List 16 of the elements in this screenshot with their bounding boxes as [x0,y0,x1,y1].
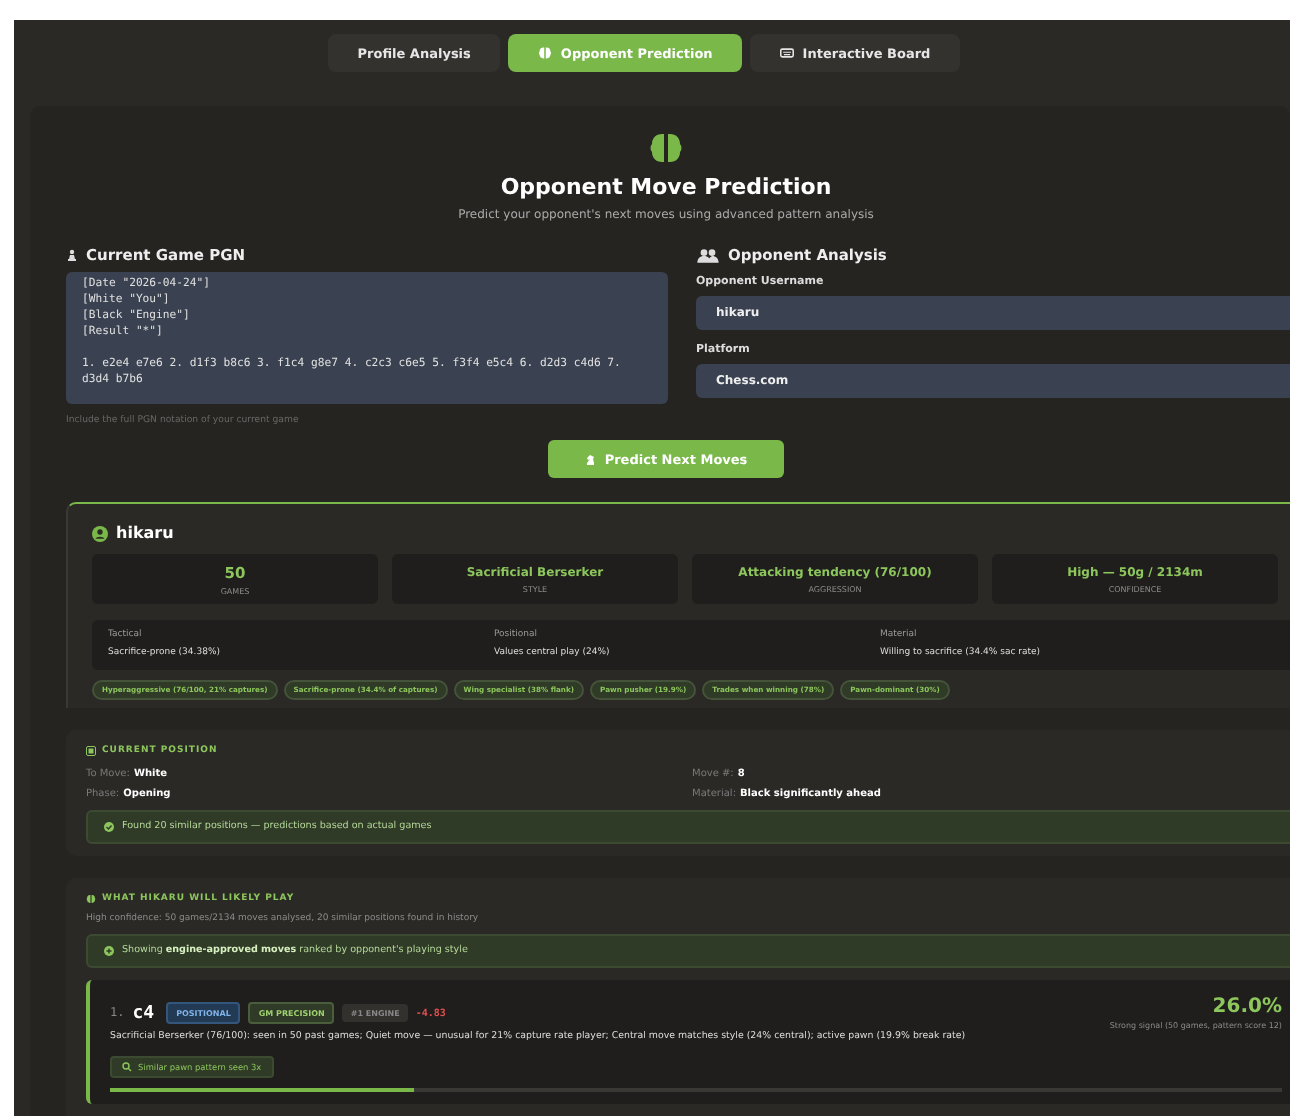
keyboard-icon [780,46,795,60]
plus-circle-icon [104,946,114,956]
brain-icon [648,130,684,166]
move-notation: c4 [132,1003,155,1023]
check-circle-icon [104,822,114,832]
users-icon [696,247,720,263]
player-name: hikaru [116,524,174,542]
search-icon [122,1062,132,1072]
brain-icon [538,46,553,60]
user-icon [92,525,108,541]
page-title: Opponent Move Prediction [500,174,832,200]
knight-icon [584,453,597,465]
brain-icon [86,894,96,904]
pawn-icon [66,248,78,262]
board-icon [86,746,96,756]
probability: 26.0% [1212,996,1282,1018]
